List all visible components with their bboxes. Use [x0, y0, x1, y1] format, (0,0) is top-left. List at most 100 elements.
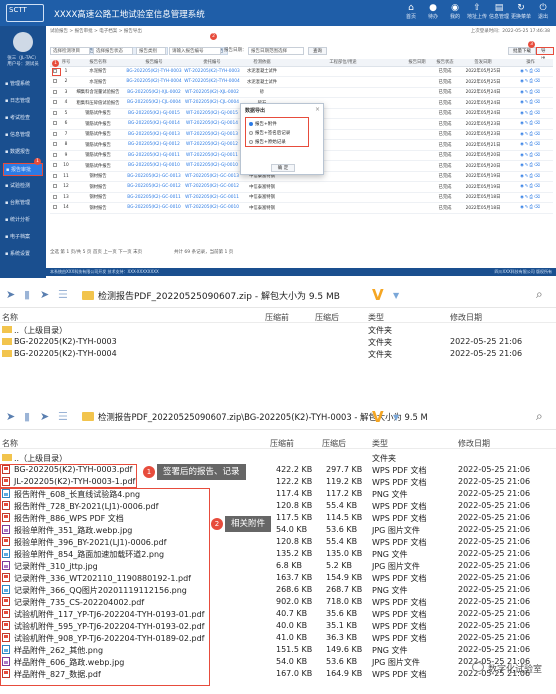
- action-icons[interactable]: ◉✎⎙⌫: [520, 69, 541, 74]
- table-row[interactable]: 14 钢材报告 BG-202205(K2)-GC-0010 WT-202205(K2)…: [50, 202, 553, 214]
- row-checkbox[interactable]: [53, 131, 57, 136]
- row-checkbox[interactable]: [53, 100, 57, 104]
- cell-order_no[interactable]: WT-202205(K2)-XJL-0002: [184, 87, 240, 98]
- action-icons[interactable]: ◉✎⎙⌫: [520, 195, 541, 200]
- action-icons[interactable]: ◉✎⎙⌫: [520, 132, 541, 137]
- cell-report_no[interactable]: BG-202205(K2)-GJ-0015: [124, 108, 184, 119]
- row-checkbox-cell[interactable]: [50, 150, 60, 161]
- row-checkbox-cell[interactable]: [50, 160, 60, 172]
- export-option-2[interactable]: 报告+原始记录: [249, 139, 286, 145]
- archive-row[interactable]: ..（上级目录） 文件夹: [0, 324, 556, 336]
- table-header-cell[interactable]: 报告编号: [124, 59, 184, 67]
- row-checkbox[interactable]: [53, 205, 57, 209]
- row-checkbox-cell[interactable]: [50, 97, 60, 109]
- table-row[interactable]: 1 水泥报告 BG-202205(K2)-TYH-0003 WT-202205(K2)…: [50, 66, 553, 77]
- archive-row[interactable]: BG-202205(K2)-TYH-0004 文件夹 2022-05-25 21:0…: [0, 348, 556, 360]
- row-checkbox-cell[interactable]: [50, 129, 60, 140]
- batch-download-button[interactable]: 批量下载: [508, 47, 536, 55]
- col-uncompressed[interactable]: 压缩后: [322, 438, 346, 449]
- top-icon-2[interactable]: ◉ 我的: [444, 3, 466, 20]
- col-compressed[interactable]: 压缩前: [270, 438, 294, 449]
- table-row[interactable]: 13 钢材报告 BG-202205(K2)-GC-0011 WT-202205(K2)…: [50, 192, 553, 203]
- row-checkbox-cell[interactable]: [50, 76, 60, 88]
- search-icon[interactable]: ⌕: [536, 409, 543, 424]
- cell-order_no[interactable]: WT-202205(K2)-GJ-0010: [184, 160, 240, 172]
- table-header-cell[interactable]: 报告名称: [72, 59, 124, 67]
- radio-icon[interactable]: [249, 121, 253, 126]
- row-checkbox-cell[interactable]: [50, 108, 60, 119]
- cell-report_no[interactable]: BG-202205(K2)-CJL-0004: [124, 97, 184, 109]
- cell-order_no[interactable]: WT-202205(K2)-GJ-0011: [184, 150, 240, 161]
- row-checkbox-cell[interactable]: [50, 87, 60, 98]
- table-header-cell[interactable]: 序号: [60, 59, 72, 67]
- table-header-cell[interactable]: 报告日期: [402, 59, 432, 67]
- table-row[interactable]: 3 细集料含泥量试验报告 BG-202205(K2)-XJL-0002 WT-2022…: [50, 87, 553, 98]
- table-header-cell[interactable]: 报告状态: [432, 59, 458, 67]
- sidebar-item-10[interactable]: ▪ 系统设置: [3, 248, 43, 261]
- table-header-cell[interactable]: 操作: [508, 59, 553, 67]
- row-checkbox-cell[interactable]: [50, 118, 60, 130]
- back-icon[interactable]: ➤: [6, 288, 15, 301]
- sidebar-item-0[interactable]: ▪ 管理系统: [3, 78, 43, 91]
- table-row[interactable]: 12 钢材报告 BG-202205(K2)-GC-0012 WT-202205(K2)…: [50, 181, 553, 193]
- cell-report_no[interactable]: BG-202205(K2)-GC-0012: [124, 181, 184, 193]
- archive-row[interactable]: ..（上级目录） 文件夹: [0, 452, 556, 464]
- action-icons[interactable]: ◉✎⎙⌫: [520, 163, 541, 168]
- col-name[interactable]: 名称: [2, 312, 18, 323]
- action-icons[interactable]: ◉✎⎙⌫: [520, 79, 541, 84]
- sidebar-item-9[interactable]: ▪ 电子档案: [3, 231, 43, 244]
- row-checkbox-cell[interactable]: [50, 192, 60, 203]
- cell-report_no[interactable]: BG-202205(K2)-TYH-0003: [124, 66, 184, 77]
- col-compressed[interactable]: 压缩前: [265, 312, 289, 323]
- chevron-down-icon[interactable]: ▼: [393, 291, 399, 300]
- col-uncompressed[interactable]: 压缩后: [315, 312, 339, 323]
- row-checkbox[interactable]: [53, 152, 57, 157]
- top-icon-0[interactable]: ⌂ 首页: [400, 3, 422, 20]
- row-checkbox[interactable]: [53, 184, 57, 188]
- cell-report_no[interactable]: BG-202205(K2)-GC-0010: [124, 202, 184, 214]
- sidebar-item-8[interactable]: ▪ 统计分析: [3, 214, 43, 227]
- up-icon[interactable]: ▮: [24, 288, 30, 301]
- action-icons[interactable]: ◉✎⎙⌫: [520, 121, 541, 126]
- sidebar-item-3[interactable]: ▪ 信息管理: [3, 129, 43, 142]
- top-icon-4[interactable]: ▤ 信息管理: [488, 3, 510, 20]
- sidebar-item-2[interactable]: ▪ 考试检查: [3, 112, 43, 125]
- up-icon[interactable]: ▮: [24, 410, 30, 423]
- col-modified[interactable]: 修改日期: [450, 312, 482, 323]
- report-number-input[interactable]: 请输入报告编号: [169, 47, 221, 55]
- cell-report_no[interactable]: BG-202205(K2)-GC-0011: [124, 192, 184, 203]
- action-icons[interactable]: ◉✎⎙⌫: [520, 153, 541, 158]
- back-icon[interactable]: ➤: [6, 410, 15, 423]
- close-icon[interactable]: ×: [315, 106, 320, 113]
- cell-order_no[interactable]: WT-202205(K2)-CJL-0004: [184, 97, 240, 109]
- row-checkbox-cell[interactable]: [50, 171, 60, 182]
- table-header-cell[interactable]: 工程部位/用途: [284, 59, 402, 67]
- action-icons[interactable]: ◉✎⎙⌫: [520, 184, 541, 189]
- sidebar-item-6[interactable]: ▪ 试验检测: [3, 180, 43, 193]
- cell-report_no[interactable]: BG-202205(K2)-XJL-0002: [124, 87, 184, 98]
- cell-order_no[interactable]: WT-202205(K2)-GJ-0014: [184, 118, 240, 130]
- row-checkbox[interactable]: [53, 142, 57, 146]
- cell-order_no[interactable]: WT-202205(K2)-GJ-0015: [184, 108, 240, 119]
- cell-report_no[interactable]: BG-202205(K2)-GJ-0011: [124, 150, 184, 161]
- cell-report_no[interactable]: BG-202205(K2)-GJ-0014: [124, 118, 184, 130]
- col-type[interactable]: 类型: [372, 438, 388, 449]
- confirm-button[interactable]: 确 定: [271, 164, 295, 172]
- forward-icon[interactable]: ➤: [40, 410, 49, 423]
- radio-icon[interactable]: [249, 139, 253, 144]
- table-row[interactable]: 2 水泥报告 BG-202205(K2)-TYH-0004 WT-202205(K2)…: [50, 76, 553, 88]
- cell-order_no[interactable]: WT-202205(K2)-TYH-0004: [184, 76, 240, 88]
- table-header-cell[interactable]: 签发日期: [458, 59, 508, 67]
- row-checkbox[interactable]: [53, 194, 57, 199]
- project-select[interactable]: 选择检测项目: [50, 47, 90, 55]
- cell-order_no[interactable]: WT-202205(K2)-GJ-0013: [184, 129, 240, 140]
- export-option-0[interactable]: 报告+附件: [249, 121, 277, 127]
- col-modified[interactable]: 修改日期: [458, 438, 490, 449]
- top-icon-3[interactable]: ⇧ 地址上传: [466, 3, 488, 20]
- cell-report_no[interactable]: BG-202205(K2)-GJ-0012: [124, 139, 184, 151]
- action-icons[interactable]: ◉✎⎙⌫: [520, 174, 541, 179]
- category-select[interactable]: 报告类别: [136, 47, 166, 55]
- pagination[interactable]: 全选 第 1 页/共 5 页 首页 上一页 下一页 末页: [50, 250, 142, 255]
- action-icons[interactable]: ◉✎⎙⌫: [520, 111, 541, 116]
- row-checkbox-cell[interactable]: [50, 181, 60, 193]
